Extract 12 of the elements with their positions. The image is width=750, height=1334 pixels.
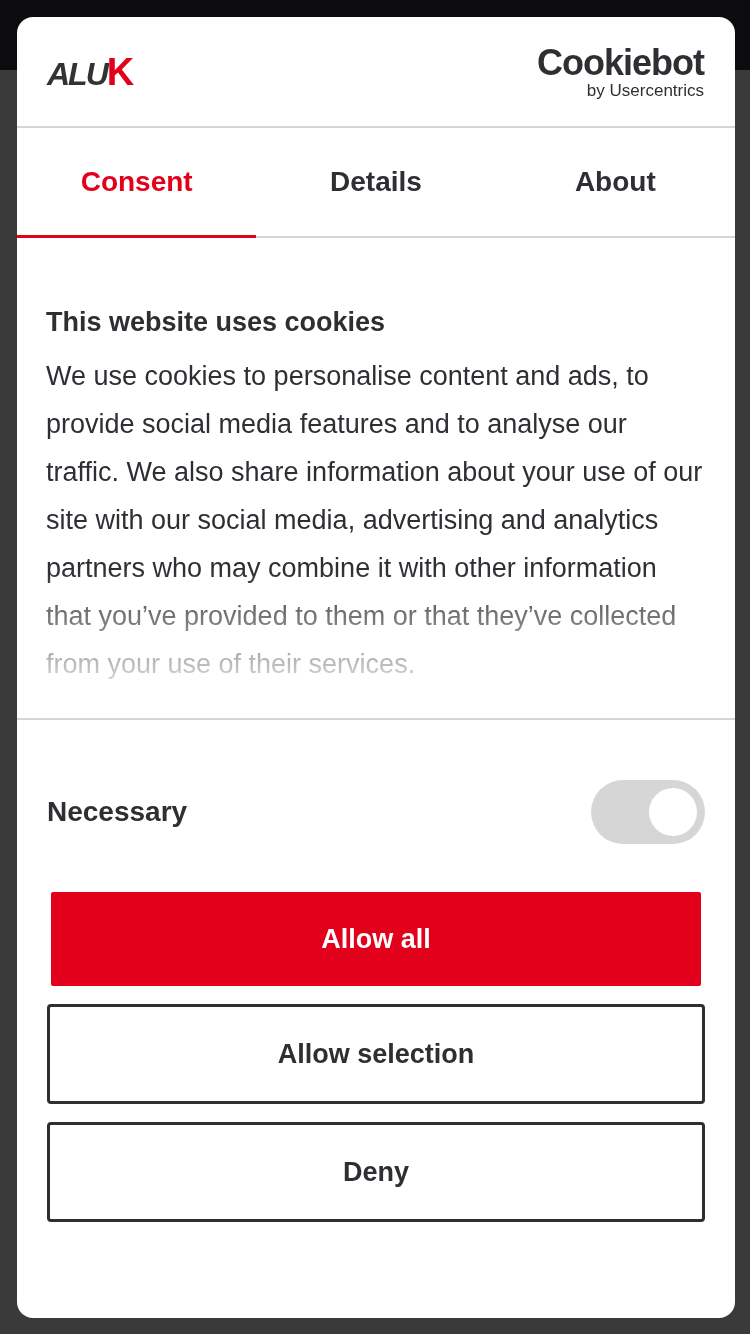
brand-logo: ALUK bbox=[47, 52, 133, 91]
category-label: Necessary bbox=[47, 795, 188, 830]
description-paragraph: We use cookies to personalise content and ads, to provide social media features and to analyse our traffic. We also share information about your use of our site with our social media, advertising and analytics partners who may combine it with other information that you’ve provided to them or that they’ve collected from your use of their services. bbox=[46, 360, 704, 682]
provider-logo: Cookiebot bbox=[537, 44, 704, 81]
tab[interactable]: Consent bbox=[17, 128, 257, 238]
outline-button[interactable]: Allow selection bbox=[47, 1004, 705, 1105]
outline-button[interactable]: Deny bbox=[47, 1122, 705, 1223]
primary-button[interactable]: Allow all bbox=[51, 892, 701, 987]
provider-byline: by Usercentrics bbox=[585, 81, 704, 99]
tab[interactable]: About bbox=[495, 128, 735, 238]
tab[interactable]: Details bbox=[256, 128, 496, 238]
dialog-title: This website uses cookies bbox=[46, 306, 387, 339]
